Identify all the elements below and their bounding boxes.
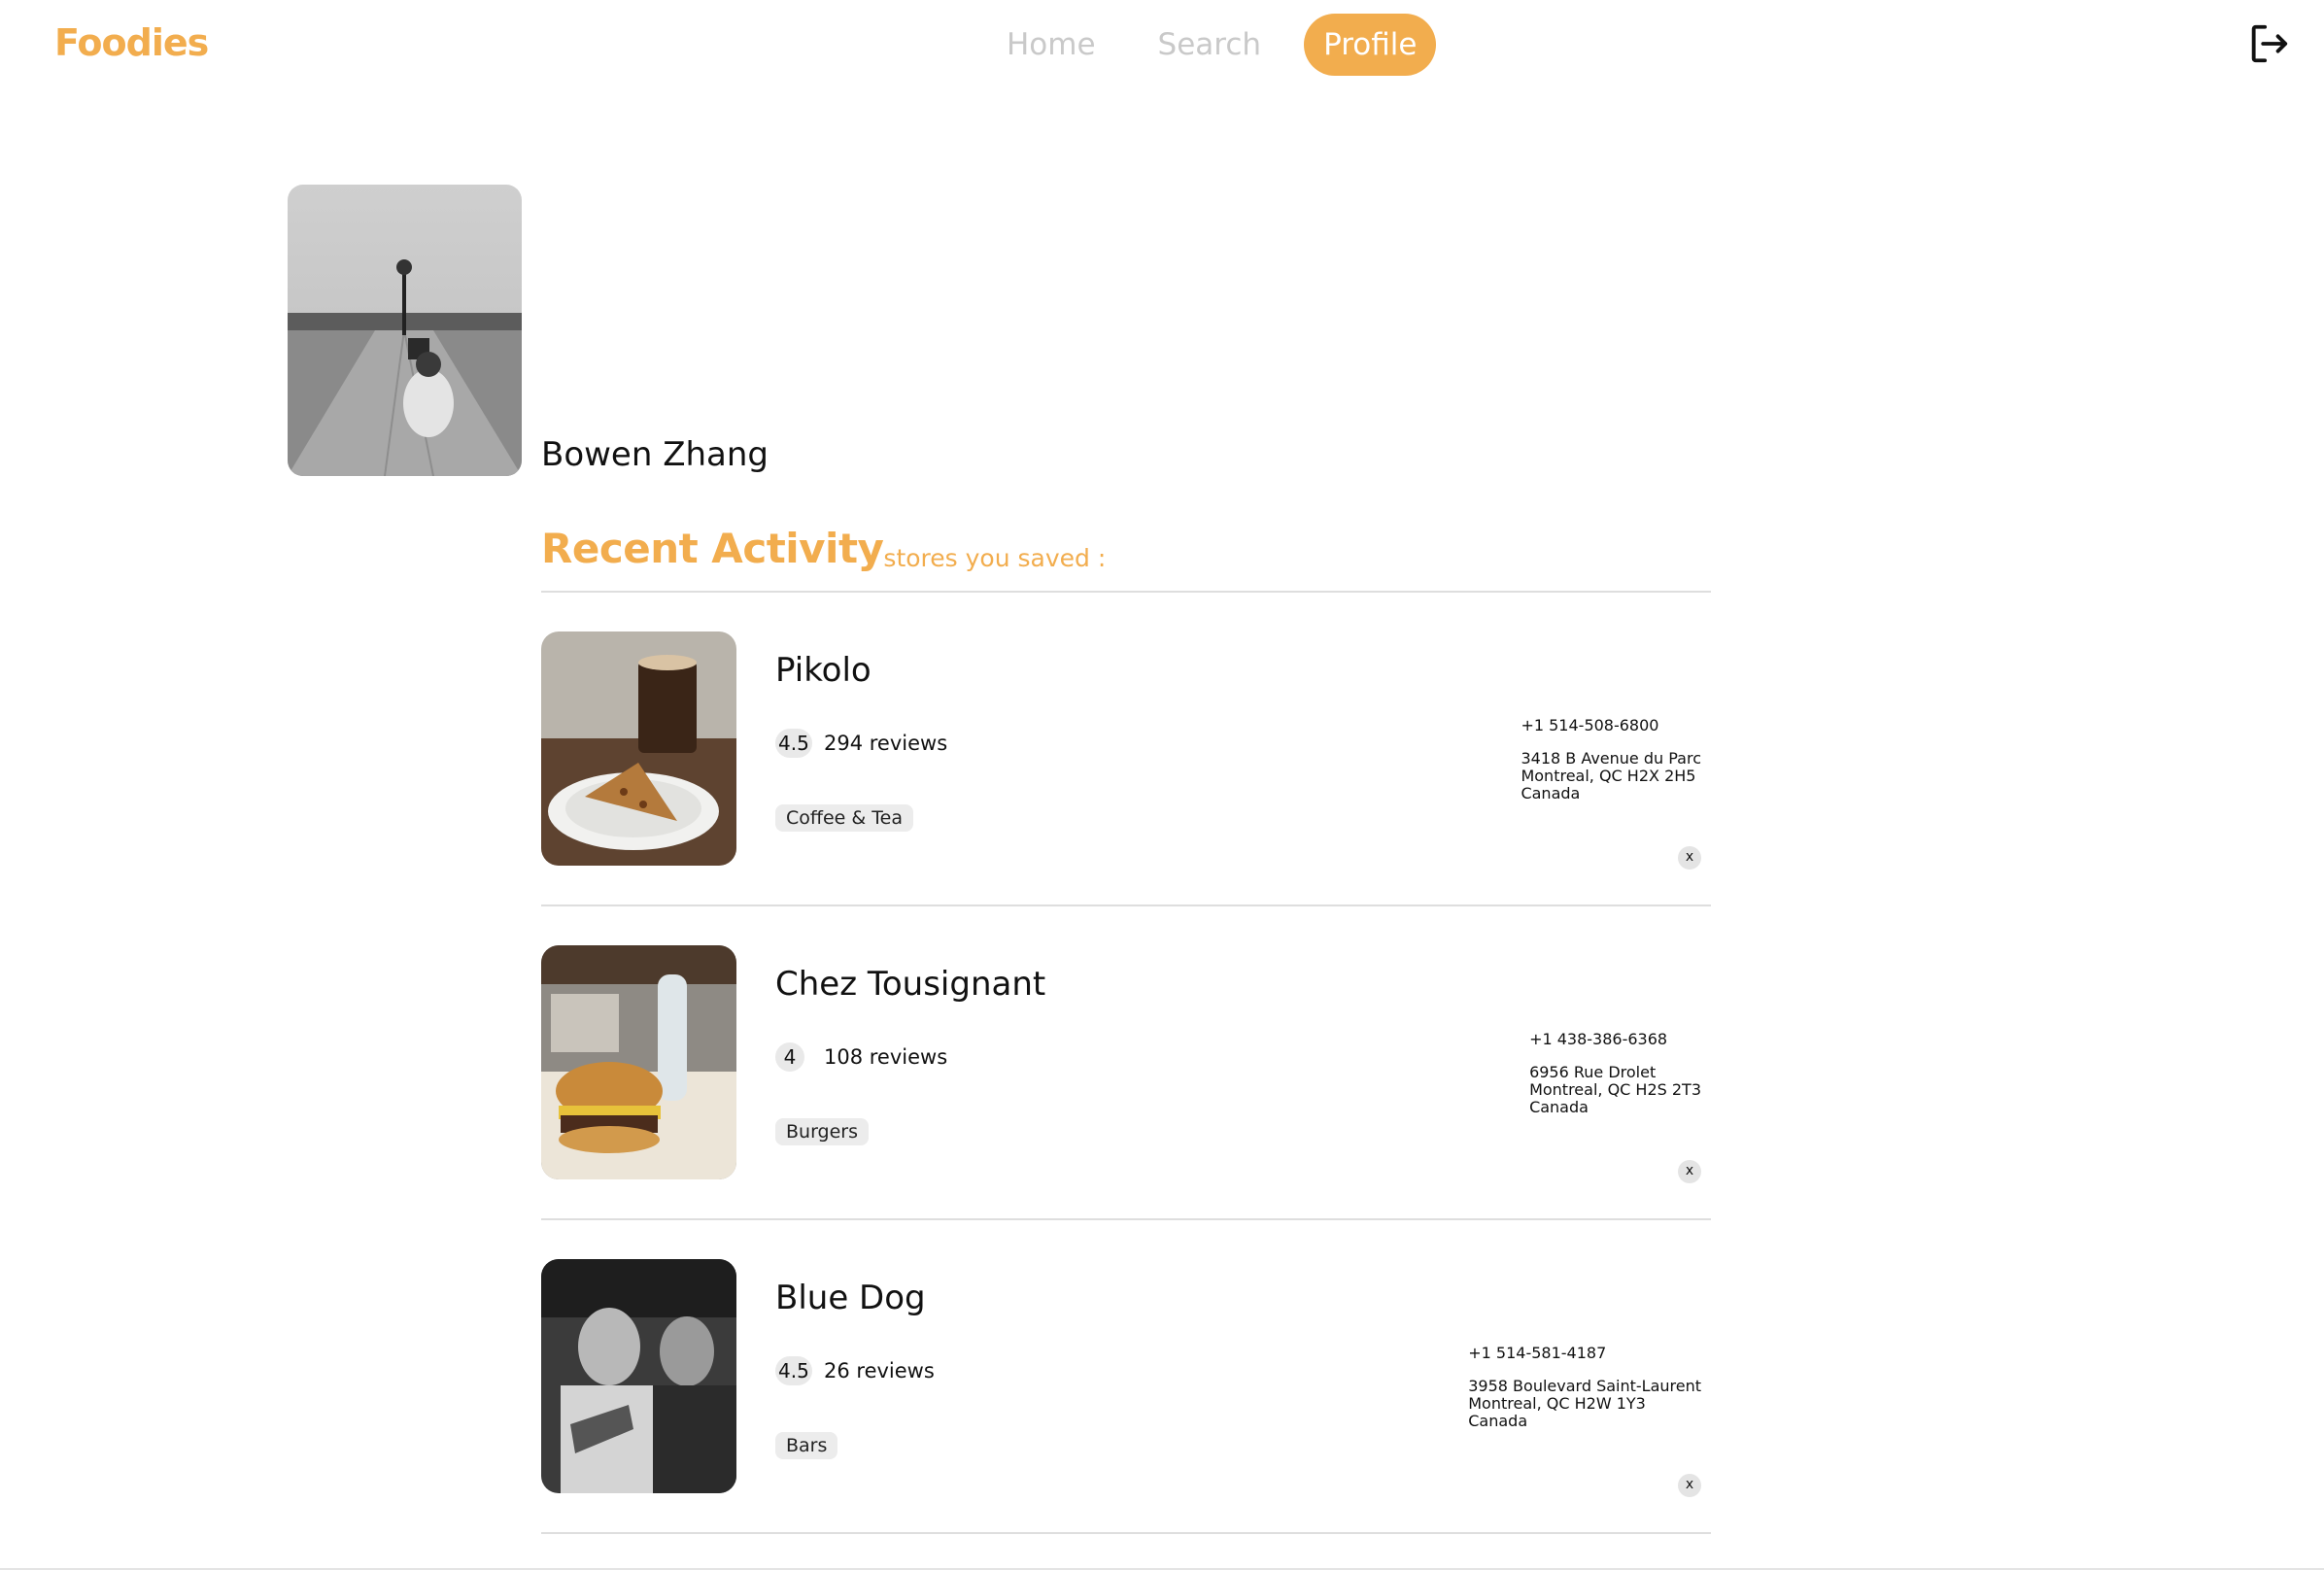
activity-title: Recent Activity: [541, 525, 884, 572]
activity-subtitle: stores you saved :: [883, 544, 1107, 572]
store-address-line: Canada: [1521, 784, 1581, 802]
nav-home[interactable]: Home: [987, 14, 1115, 76]
store-address-line: 6956 Rue Drolet: [1529, 1063, 1657, 1081]
top-nav: Foodies Home Search Profile: [0, 0, 2324, 93]
category-tag[interactable]: Bars: [775, 1432, 838, 1459]
nav-search[interactable]: Search: [1139, 14, 1282, 76]
review-count: 26 reviews: [824, 1359, 935, 1382]
saved-store-card: Pikolo 4.5 294 reviews Coffee & Tea +1 5…: [541, 593, 1711, 906]
review-count: 108 reviews: [824, 1045, 948, 1069]
user-name: Bowen Zhang: [541, 435, 769, 474]
store-address-line: Canada: [1529, 1098, 1589, 1116]
logout-icon: [2251, 24, 2288, 63]
store-address-line: Montreal, QC H2X 2H5: [1521, 767, 1696, 785]
store-photo-burger: [541, 945, 736, 1179]
rating-badge: 4.5: [775, 1356, 812, 1385]
store-phone: +1 438-386-6368: [1529, 1030, 1668, 1048]
activity-header: Recent Activity stores you saved :: [541, 525, 1711, 593]
store-photo-coffee: [541, 631, 736, 866]
store-contact: +1 438-386-6368 6956 Rue Drolet Montreal…: [1529, 1031, 1701, 1116]
rating-badge: 4.5: [775, 729, 812, 758]
store-address-line: 3958 Boulevard Saint-Laurent: [1468, 1377, 1701, 1395]
store-contact: +1 514-508-6800 3418 B Avenue du Parc Mo…: [1521, 717, 1701, 802]
rating-badge: 4: [775, 1042, 804, 1072]
store-photo-bar: [541, 1259, 736, 1493]
store-photo[interactable]: [541, 945, 736, 1179]
app-logo[interactable]: Foodies: [54, 21, 209, 64]
remove-store-button[interactable]: x: [1678, 846, 1701, 870]
store-contact: +1 514-581-4187 3958 Boulevard Saint-Lau…: [1468, 1345, 1701, 1430]
remove-store-button[interactable]: x: [1678, 1474, 1701, 1497]
recent-activity: Recent Activity stores you saved : Pikol…: [541, 525, 1711, 1534]
avatar: [288, 185, 522, 476]
store-photo[interactable]: [541, 631, 736, 866]
saved-store-card: Chez Tousignant 4 108 reviews Burgers +1…: [541, 906, 1711, 1220]
category-tag[interactable]: Coffee & Tea: [775, 804, 913, 832]
logout-button[interactable]: [2246, 21, 2291, 66]
store-name[interactable]: Chez Tousignant: [775, 965, 1045, 1004]
store-address-line: Montreal, QC H2W 1Y3: [1468, 1394, 1646, 1413]
saved-store-card: Blue Dog 4.5 26 reviews Bars +1 514-581-…: [541, 1220, 1711, 1534]
store-phone: +1 514-508-6800: [1521, 716, 1659, 734]
store-address-line: 3418 B Avenue du Parc: [1521, 749, 1701, 768]
store-name[interactable]: Blue Dog: [775, 1279, 926, 1317]
store-name[interactable]: Pikolo: [775, 651, 872, 690]
avatar-photo: [288, 185, 522, 476]
remove-store-button[interactable]: x: [1678, 1160, 1701, 1183]
category-tag[interactable]: Burgers: [775, 1118, 870, 1145]
review-count: 294 reviews: [824, 732, 948, 755]
store-address-line: Canada: [1468, 1412, 1528, 1430]
store-photo[interactable]: [541, 1259, 736, 1493]
nav-links: Home Search Profile: [987, 14, 1437, 76]
store-phone: +1 514-581-4187: [1468, 1344, 1607, 1362]
store-address-line: Montreal, QC H2S 2T3: [1529, 1080, 1701, 1099]
nav-profile[interactable]: Profile: [1304, 14, 1437, 76]
